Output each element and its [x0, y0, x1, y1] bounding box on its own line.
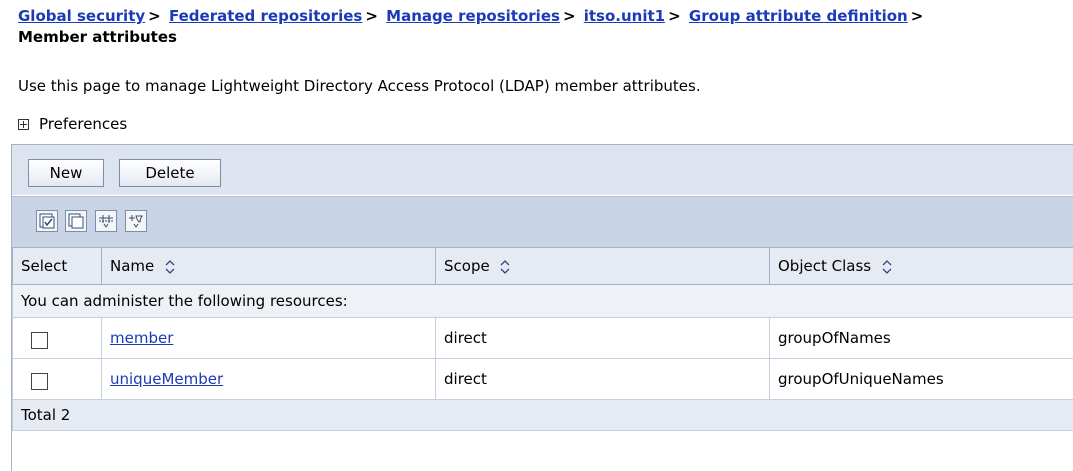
breadcrumb-itso-unit1[interactable]: itso.unit1 — [584, 7, 665, 25]
preferences-toggle[interactable]: Preferences — [18, 114, 127, 134]
name-cell: member — [101, 317, 436, 359]
column-header-name[interactable]: Name — [101, 247, 436, 285]
new-button[interactable]: New — [28, 159, 104, 187]
table-row: uniqueMember direct groupOfUniqueNames — [12, 358, 1073, 400]
group-label: You can administer the following resourc… — [12, 284, 1073, 318]
column-header-object-class[interactable]: Object Class — [769, 247, 1073, 285]
select-all-icon[interactable] — [36, 210, 58, 232]
breadcrumb-global-security[interactable]: Global security — [18, 7, 145, 25]
page-description: Use this page to manage Lightweight Dire… — [18, 77, 701, 95]
table-icon-bar — [12, 196, 1073, 248]
breadcrumb-group-attribute-definition[interactable]: Group attribute definition — [689, 7, 908, 25]
sort-icon — [501, 259, 510, 274]
column-header-object-class-label: Object Class — [778, 257, 872, 275]
table-total-row: Total 2 — [12, 399, 1073, 431]
page: Global security > Federated repositories >… — [0, 0, 1073, 471]
scope-cell: direct — [435, 358, 770, 400]
breadcrumb: Global security > Federated repositories >… — [18, 6, 926, 26]
object-class-cell: groupOfUniqueNames — [769, 358, 1073, 400]
table-group-row: You can administer the following resourc… — [12, 284, 1073, 318]
breadcrumb-separator: > — [910, 7, 924, 25]
expand-icon — [18, 118, 29, 130]
table-row: member direct groupOfNames — [12, 317, 1073, 359]
table-header-row: Select Name Scope Object Class — [12, 247, 1073, 285]
breadcrumb-separator: > — [562, 7, 576, 25]
page-title: Member attributes — [18, 28, 177, 46]
clear-filter-icon[interactable] — [125, 210, 147, 232]
column-header-name-label: Name — [110, 257, 155, 275]
member-attributes-table: Select Name Scope Object Class You can a… — [12, 247, 1073, 431]
sort-icon — [882, 259, 892, 274]
row-checkbox-unique-member[interactable] — [31, 372, 48, 390]
preferences-label: Preferences — [39, 115, 128, 133]
deselect-all-icon[interactable] — [65, 210, 87, 232]
column-header-scope-label: Scope — [444, 257, 490, 275]
button-bar: New Delete — [12, 145, 1073, 195]
collection-panel: New Delete Select Name Scope Object Clas… — [11, 144, 1073, 471]
select-cell — [12, 358, 102, 400]
sort-icon — [165, 259, 175, 274]
name-cell: uniqueMember — [101, 358, 436, 400]
row-checkbox-member[interactable] — [31, 331, 48, 349]
delete-button[interactable]: Delete — [119, 159, 221, 187]
column-header-select: Select — [12, 247, 102, 285]
breadcrumb-separator: > — [365, 7, 378, 25]
breadcrumb-federated-repositories[interactable]: Federated repositories — [169, 7, 362, 25]
link-member[interactable]: member — [110, 329, 173, 347]
link-unique-member[interactable]: uniqueMember — [110, 370, 223, 388]
scope-cell: direct — [435, 317, 770, 359]
select-cell — [12, 317, 102, 359]
object-class-cell: groupOfNames — [769, 317, 1073, 359]
breadcrumb-separator: > — [148, 7, 161, 25]
total-count: Total 2 — [12, 399, 1073, 431]
breadcrumb-separator: > — [668, 7, 681, 25]
show-filter-icon[interactable] — [95, 210, 117, 232]
column-header-scope[interactable]: Scope — [435, 247, 770, 285]
breadcrumb-manage-repositories[interactable]: Manage repositories — [386, 7, 560, 25]
